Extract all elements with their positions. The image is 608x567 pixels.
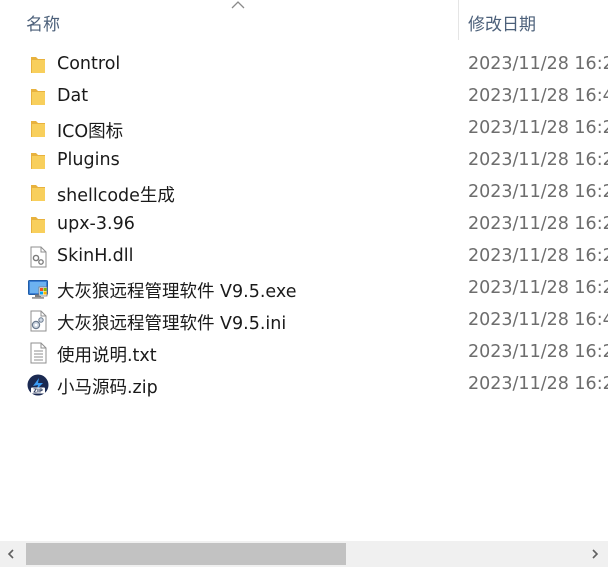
sort-ascending-icon	[231, 1, 245, 9]
file-name: Dat	[57, 86, 89, 106]
file-name: SkinH.dll	[57, 246, 134, 266]
file-name: 大灰狼远程管理软件 V9.5.ini	[57, 314, 287, 334]
folder-icon	[31, 217, 45, 233]
list-item[interactable]: 大灰狼远程管理软件 V9.5.exe 2023/11/28 16:2	[0, 273, 608, 305]
exe-file-icon	[28, 280, 48, 299]
list-item[interactable]: 使用说明.txt 2023/11/28 16:2	[0, 337, 608, 369]
file-name: ICO图标	[57, 122, 124, 142]
file-name: 小马源码.zip	[57, 378, 158, 398]
chevron-right-icon	[592, 549, 599, 559]
scroll-right-button[interactable]	[584, 541, 606, 567]
date-column-header[interactable]: 修改日期	[459, 0, 608, 40]
list-item[interactable]: shellcode生成 2023/11/28 16:2	[0, 177, 608, 209]
list-item[interactable]: SkinH.dll 2023/11/28 16:2	[0, 241, 608, 273]
folder-icon	[31, 153, 45, 169]
folder-icon	[31, 121, 45, 137]
dll-file-icon	[30, 246, 47, 268]
horizontal-scrollbar[interactable]	[0, 541, 608, 567]
file-name: 使用说明.txt	[57, 346, 157, 366]
folder-icon	[31, 185, 45, 201]
file-date: 2023/11/28 16:2	[468, 54, 608, 74]
list-item[interactable]: ICO图标 2023/11/28 16:2	[0, 113, 608, 145]
file-date: 2023/11/28 16:2	[468, 182, 608, 202]
file-name: upx-3.96	[57, 214, 135, 234]
file-name: 大灰狼远程管理软件 V9.5.exe	[57, 282, 297, 302]
file-date: 2023/11/28 16:2	[468, 278, 608, 298]
list-item[interactable]: upx-3.96 2023/11/28 16:2	[0, 209, 608, 241]
file-date: 2023/11/28 16:4	[468, 310, 608, 330]
file-name: Plugins	[57, 150, 120, 170]
folder-icon	[31, 57, 45, 73]
file-date: 2023/11/28 16:2	[468, 118, 608, 138]
scroll-left-button[interactable]	[0, 541, 22, 567]
file-date: 2023/11/28 16:2	[468, 374, 608, 394]
name-column-label: 名称	[26, 15, 60, 35]
list-item[interactable]: Plugins 2023/11/28 16:2	[0, 145, 608, 177]
text-file-icon	[30, 342, 47, 364]
file-name: Control	[57, 54, 121, 74]
scrollbar-thumb[interactable]	[26, 543, 346, 565]
list-item[interactable]: ZIP 小马源码.zip 2023/11/28 16:2	[0, 369, 608, 401]
column-header-bar: 名称 修改日期	[0, 0, 608, 40]
file-name: shellcode生成	[57, 186, 175, 206]
list-item[interactable]: 大灰狼远程管理软件 V9.5.ini 2023/11/28 16:4	[0, 305, 608, 337]
name-column-header[interactable]: 名称	[0, 0, 458, 40]
date-column-label: 修改日期	[468, 15, 536, 35]
zip-file-icon: ZIP	[27, 374, 49, 396]
file-date: 2023/11/28 16:2	[468, 342, 608, 362]
chevron-left-icon	[7, 549, 14, 559]
file-date: 2023/11/28 16:2	[468, 246, 608, 266]
file-date: 2023/11/28 16:4	[468, 86, 608, 106]
folder-icon	[31, 89, 45, 105]
list-item[interactable]: Control 2023/11/28 16:2	[0, 49, 608, 81]
ini-file-icon	[30, 310, 47, 332]
svg-text:ZIP: ZIP	[33, 389, 43, 395]
file-date: 2023/11/28 16:2	[468, 150, 608, 170]
file-date: 2023/11/28 16:2	[468, 214, 608, 234]
list-item[interactable]: Dat 2023/11/28 16:4	[0, 81, 608, 113]
